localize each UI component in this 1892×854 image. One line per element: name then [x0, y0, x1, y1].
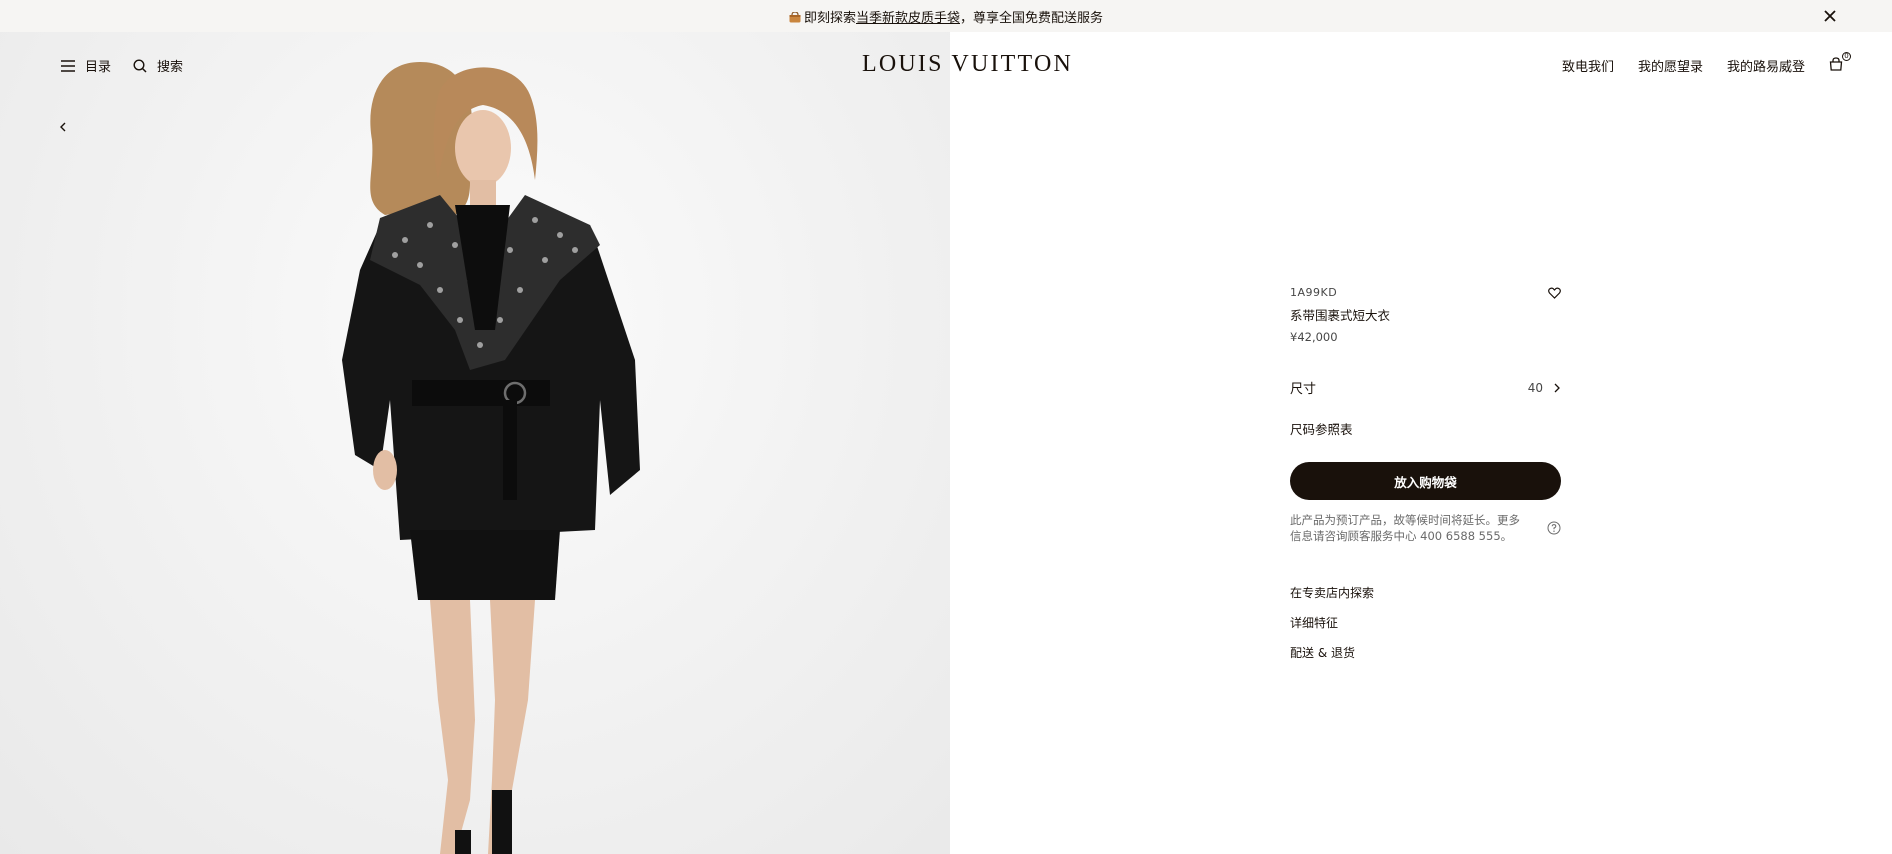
product-links: 在专卖店内探索 详细特征 配送 & 退货 [1290, 584, 1561, 661]
brand-logo[interactable]: LOUIS VUITTON [862, 51, 1073, 78]
menu-label: 目录 [85, 60, 112, 75]
announcement-bar: 即刻探索 当季新款皮质手袋 ，尊享全国免费配送服务 [0, 0, 1892, 32]
heart-icon[interactable] [1548, 287, 1561, 299]
contact-link[interactable]: 致电我们 [1562, 56, 1614, 75]
product-name: 系带围裹式短大衣 [1290, 308, 1391, 323]
search-button[interactable]: 搜索 [133, 56, 183, 75]
account-link[interactable]: 我的路易威登 [1727, 56, 1805, 75]
preorder-note: 此产品为预订产品，故等候时间将延长。更多信息请咨询顾客服务中心 400 6588… [1290, 512, 1561, 544]
bag-emoji-icon [789, 11, 801, 22]
size-value: 40 [1527, 380, 1543, 395]
product-price: ¥42,000 [1290, 330, 1338, 344]
help-icon[interactable] [1547, 521, 1561, 535]
size-guide-link[interactable]: 尺码参照表 [1290, 419, 1561, 438]
close-icon[interactable] [1820, 6, 1840, 26]
back-arrow-icon[interactable] [56, 120, 70, 134]
announcement-link[interactable]: 当季新款皮质手袋 [856, 7, 960, 26]
header-right: 致电我们 我的愿望录 我的路易威登 0 [1562, 51, 1851, 75]
search-icon [133, 58, 147, 73]
size-value-group: 40 [1528, 381, 1561, 395]
link-explore-store[interactable]: 在专卖店内探索 [1290, 584, 1561, 601]
link-details[interactable]: 详细特征 [1290, 614, 1561, 631]
size-selector[interactable]: 尺寸 40 [1290, 378, 1561, 397]
preorder-note-text: 此产品为预订产品，故等候时间将延长。更多信息请咨询顾客服务中心 400 6588… [1290, 513, 1520, 543]
header-left: 目录 搜索 [61, 56, 183, 75]
model-photo [342, 62, 640, 854]
add-to-bag-button[interactable]: 放入购物袋 [1290, 462, 1561, 500]
sku-row: 1A99KD [1290, 286, 1561, 299]
size-label: 尺寸 [1290, 382, 1317, 397]
product-panel: 1A99KD 系带围裹式短大衣 ¥42,000 尺寸 40 尺码参照表 放入购物… [1290, 286, 1561, 674]
announcement-prefix: 即刻探索 [803, 10, 856, 26]
wishlist-link[interactable]: 我的愿望录 [1638, 56, 1703, 75]
link-delivery-returns[interactable]: 配送 & 退货 [1290, 644, 1561, 661]
search-label: 搜索 [157, 60, 184, 75]
product-sku: 1A99KD [1290, 286, 1338, 299]
menu-icon [61, 59, 75, 72]
announcement-suffix: ，尊享全国免费配送服务 [960, 10, 1104, 26]
shopping-bag-button[interactable]: 0 [1829, 51, 1851, 75]
menu-button[interactable]: 目录 [61, 56, 111, 75]
bag-count: 0 [1842, 51, 1851, 61]
product-image[interactable] [0, 32, 950, 854]
chevron-right-icon [1554, 383, 1560, 392]
shopping-bag-icon [1829, 56, 1843, 71]
